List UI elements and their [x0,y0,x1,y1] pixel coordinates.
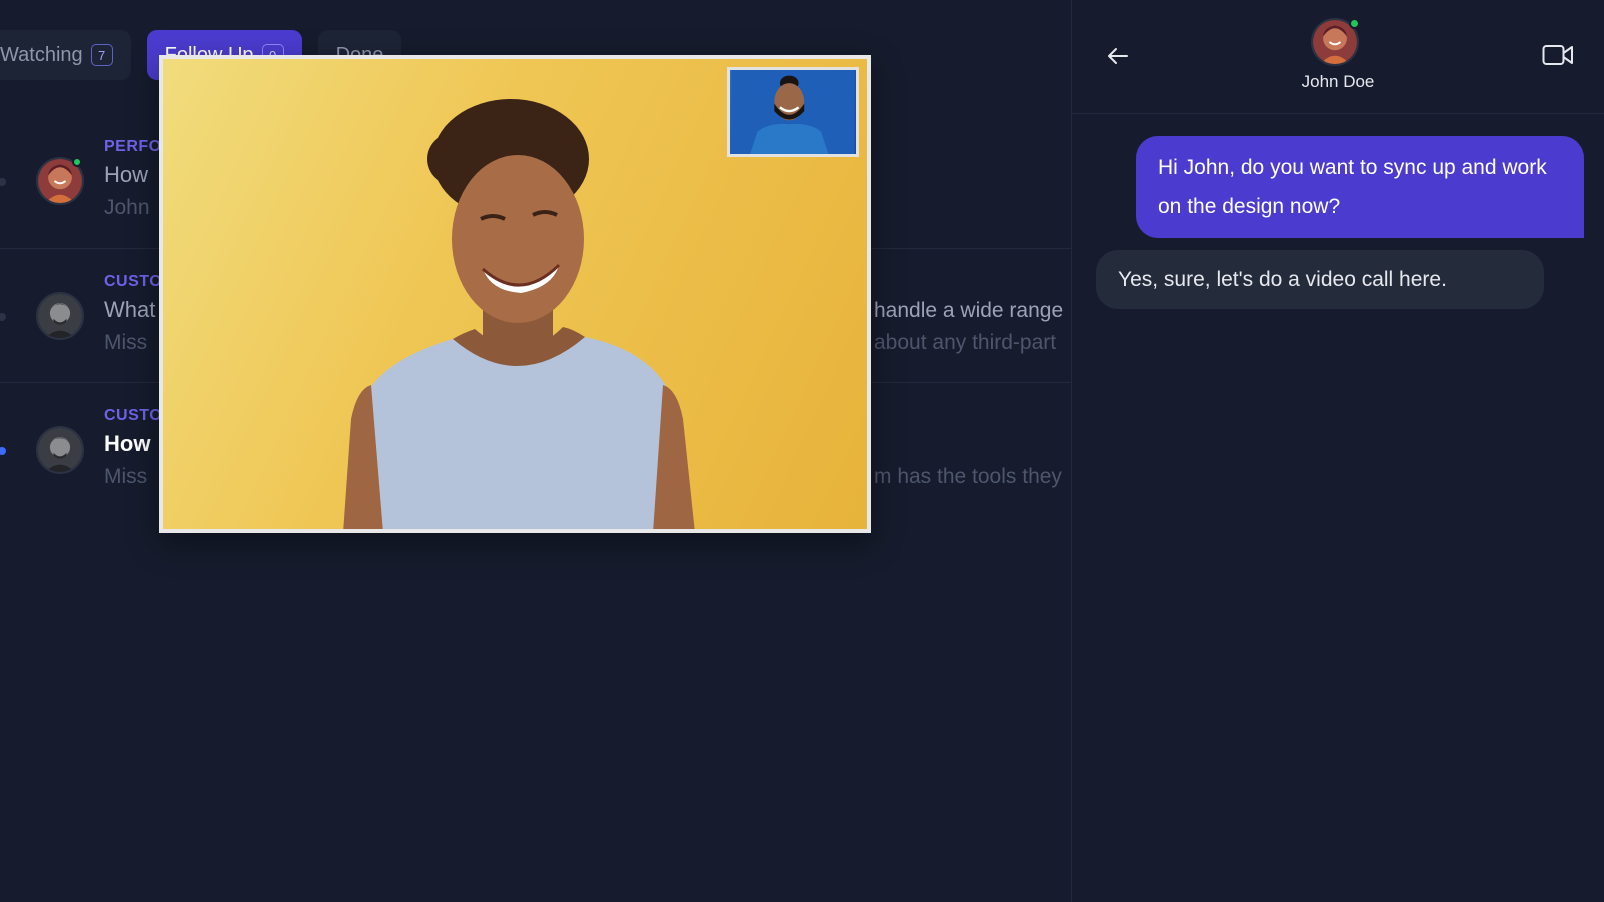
video-call-window[interactable] [159,55,871,533]
outgoing-message: Hi John, do you want to sync up and work… [1136,136,1584,238]
ticket-preview: John [104,196,150,219]
remote-participant-video [343,99,695,529]
ticket-preview-overflow: m has the tools they [874,465,1062,488]
contact-name: John Doe [1301,72,1375,91]
chat-pane: John Doe Hi John, do you want to sync up… [1071,0,1604,902]
ticket-subject: How [104,431,151,456]
tab-count-badge: 7 [90,44,113,66]
tab-label: Watching [0,43,83,66]
ticket-preview: Miss [104,465,148,488]
incoming-message: Yes, sure, let's do a video call here. [1096,250,1544,309]
ticket-category: CUSTO [104,407,163,424]
video-call-button[interactable] [1542,42,1574,68]
online-status-dot [1349,18,1360,29]
ticket-preview: Miss [104,331,148,354]
ticket-subject: What [104,297,156,322]
unread-indicator [0,178,6,186]
unread-indicator [0,313,6,321]
avatar [36,426,84,474]
local-participant-video [731,70,855,154]
ticket-category: PERFO [104,138,162,155]
chat-header: John Doe [1072,0,1604,114]
arrow-left-icon [1108,48,1128,64]
tab-watching[interactable]: Watching 7 [0,30,131,80]
unread-indicator [0,447,6,455]
ticket-subject-overflow: handle a wide range [874,299,1064,322]
message-thread: Hi John, do you want to sync up and work… [1072,136,1604,309]
back-button[interactable] [1104,42,1132,70]
avatar [36,292,84,340]
ticket-preview-overflow: about any third-part [874,331,1057,354]
video-camera-icon [1542,45,1573,65]
self-view-video[interactable] [727,67,859,157]
ticket-subject: How [104,162,149,187]
ticket-category: CUSTO [104,273,163,290]
online-status-dot [72,157,82,167]
